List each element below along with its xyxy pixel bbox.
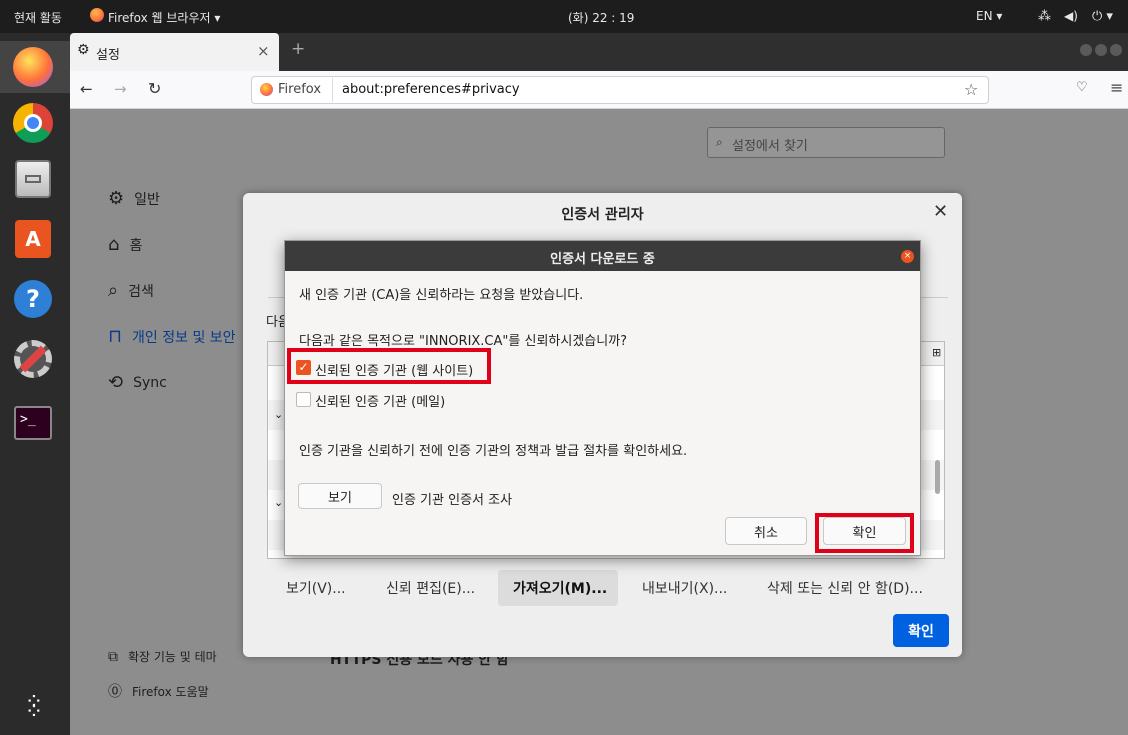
system-top-bar: 현재 활동 Firefox 웹 브라우저 ▾ (화) 22 : 19 EN ▾ … [0,0,1128,33]
chevron-down-icon[interactable]: ⌄ [274,496,283,509]
search-icon: ⌕ [716,135,723,149]
pocket-icon[interactable]: ♡ [1076,80,1088,95]
menu-hamburger-icon[interactable]: ≡ [1110,78,1123,97]
cancel-button[interactable]: 취소 [725,517,807,545]
language-indicator[interactable]: EN ▾ [976,9,1002,23]
import-button[interactable]: 가져오기(M)... [513,578,607,598]
maximize-button[interactable] [1095,44,1107,56]
trust-mail-label[interactable]: 신뢰된 인증 기관 (메일) [315,391,445,410]
gear-wrench-icon [14,340,52,378]
new-tab-button[interactable]: + [291,39,305,59]
app-menu[interactable]: Firefox 웹 브라우저 ▾ [108,9,220,26]
activities-button[interactable]: 현재 활동 [14,9,62,26]
forward-arrow-icon[interactable]: → [114,80,127,98]
sidebar-item-extensions[interactable]: ⧉ 확장 기능 및 테마 [108,648,217,665]
tab-title: 설정 [96,48,120,63]
chrome-launcher[interactable] [10,100,56,146]
dialog-titlebar: 인증서 다운로드 중 × [285,241,920,271]
sidebar-item-help[interactable]: ⓪ Firefox 도움말 [108,681,209,701]
help-circle-icon: ⓪ [108,684,122,700]
url-brand-label: Firefox [278,82,322,97]
minimize-button[interactable] [1080,44,1092,56]
home-icon: ⌂ [108,234,120,255]
software-launcher[interactable]: A [10,216,56,262]
url-divider [332,78,333,102]
cert-manager-title: 인증서 관리자 [561,207,644,223]
terminal-launcher[interactable]: >_ [10,400,56,446]
software-bag-icon: A [15,220,51,258]
edit-trust-button[interactable]: 신뢰 편집(E)... [386,578,475,598]
view-ca-button[interactable]: 보기 [298,483,382,509]
reload-icon[interactable]: ↻ [148,79,161,98]
window-controls [1080,44,1122,56]
sidebar-item-privacy[interactable]: ⊓ 개인 정보 및 보안 [108,326,236,347]
show-apps-grid-icon[interactable]: ⁘ ⁘ [10,685,56,731]
cert-manager-ok-button[interactable]: 확인 [893,614,949,647]
https-only-option[interactable]: HTTPS 전용 모드 사용 안 함 [330,657,509,667]
highlight-box-ok [815,513,914,553]
sidebar-item-search[interactable]: ⌕ 검색 [108,280,154,301]
file-cabinet-icon [15,160,51,198]
dialog-line-3: 인증 기관을 신뢰하기 전에 인증 기관의 정책과 발급 절차를 확인하세요. [299,444,688,459]
dock: A ? >_ ⁘ ⁘ [0,33,70,735]
tab-settings[interactable]: ⚙ 설정 × [70,33,279,71]
chrome-icon [13,103,53,143]
export-button[interactable]: 내보내기(X)... [642,578,727,598]
highlight-box-checkbox [287,348,491,384]
bookmark-star-icon[interactable]: ☆ [964,80,978,99]
power-icon[interactable]: ⏻ ▾ [1092,9,1113,24]
close-icon[interactable]: ✕ [933,201,948,222]
firefox-icon [260,83,273,96]
sync-icon: ⟲ [108,372,124,393]
sidebar-item-general[interactable]: ⚙ 일반 [108,188,160,209]
network-icon[interactable]: ⁂ [1038,9,1051,24]
clock[interactable]: (화) 22 : 19 [568,9,634,26]
lock-icon: ⊓ [108,326,123,347]
firefox-icon [90,8,104,22]
help-icon: ? [14,280,52,318]
url-text[interactable]: about:preferences#privacy [342,82,520,97]
terminal-icon: >_ [14,406,52,440]
preferences-search-input[interactable]: ⌕ 설정에서 찾기 [707,127,945,158]
tab-close-icon[interactable]: × [257,42,270,60]
dialog-line-1: 새 인증 기관 (CA)을 신뢰하라는 요청을 받았습니다. [299,288,584,303]
firefox-launcher[interactable] [10,44,56,90]
volume-icon[interactable]: ◀) [1064,9,1078,23]
gear-icon: ⚙ [77,42,90,58]
sidebar-item-sync[interactable]: ⟲ Sync [108,372,167,393]
files-launcher[interactable] [10,156,56,202]
column-picker-icon[interactable]: ⊞ [932,346,941,359]
delete-distrust-button[interactable]: 삭제 또는 신뢰 안 함(D)... [767,578,923,598]
firefox-icon [13,47,53,87]
back-arrow-icon[interactable]: ← [80,80,93,98]
search-icon: ⌕ [108,280,119,301]
scrollbar[interactable] [935,460,940,494]
view-cert-button[interactable]: 보기(V)... [286,578,346,598]
gear-icon: ⚙ [108,188,125,209]
help-launcher[interactable]: ? [10,276,56,322]
sidebar-item-home[interactable]: ⌂ 홈 [108,234,142,255]
close-icon[interactable]: × [901,250,914,263]
url-bar[interactable]: Firefox about:preferences#privacy ☆ [251,76,989,104]
view-ca-description: 인증 기관 인증서 조사 [392,493,513,508]
dialog-line-2: 다음과 같은 목적으로 "INNORIX.CA"를 신뢰하시겠습니까? [299,334,628,349]
settings-launcher[interactable] [10,336,56,382]
close-window-button[interactable] [1110,44,1122,56]
dialog-title: 인증서 다운로드 중 [550,252,655,267]
chevron-down-icon[interactable]: ⌄ [274,408,283,421]
trust-mail-checkbox[interactable] [296,392,311,407]
puzzle-icon: ⧉ [108,648,118,665]
search-placeholder: 설정에서 찾기 [732,139,808,154]
